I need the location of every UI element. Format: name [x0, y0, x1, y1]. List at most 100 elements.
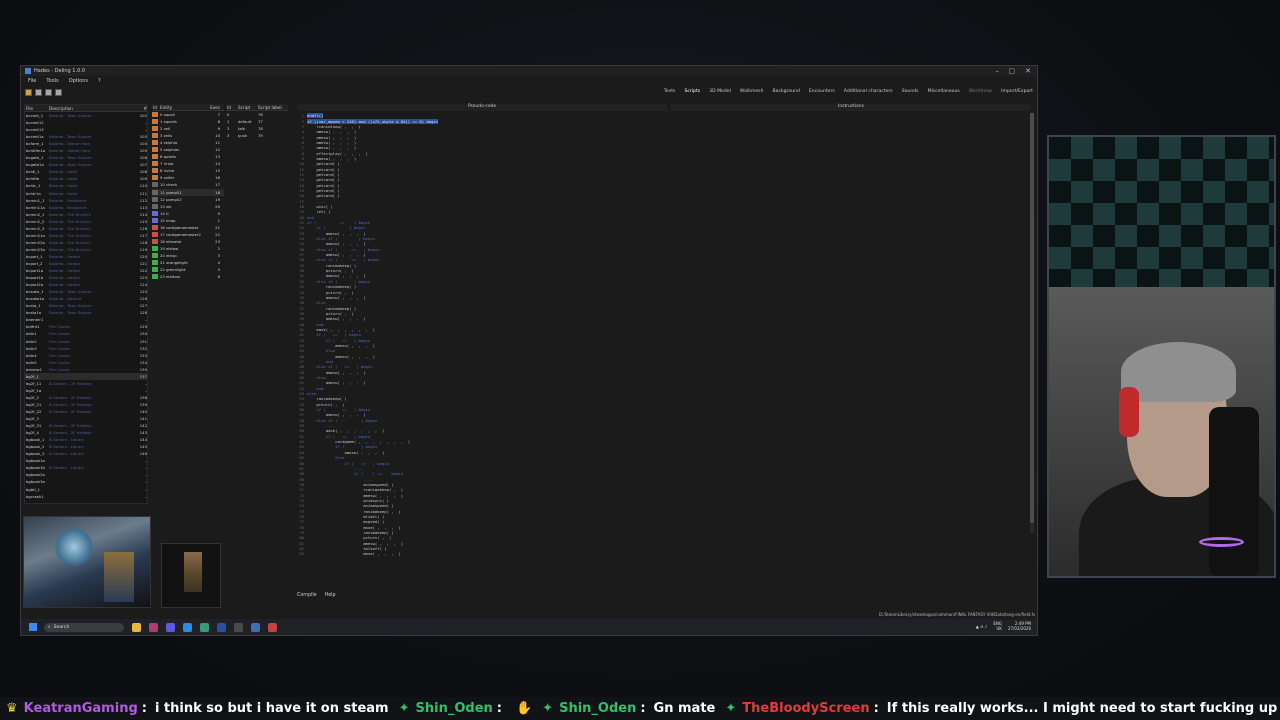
- tray-clock[interactable]: 2:49 PM 27/03/2026: [1008, 621, 1031, 631]
- entity-row[interactable]: 20 eleup 3: [152, 252, 224, 259]
- file-row[interactable]: bgbook_3 B-Garden - Library 146: [25, 450, 147, 457]
- entity-row[interactable]: 21 orangelight 4: [152, 259, 224, 266]
- tab-texts[interactable]: Texts: [664, 89, 676, 94]
- scrollbar-thumb[interactable]: [1030, 113, 1034, 523]
- tab-additional-characters[interactable]: Additional characters: [844, 89, 893, 94]
- file-row[interactable]: bcgate_1 Balamb - Town Square 106: [25, 154, 147, 161]
- entity-row[interactable]: 22 greenlight 5: [152, 266, 224, 273]
- menu-file[interactable]: File: [28, 78, 36, 84]
- file-row[interactable]: bg2f_31 B-Garden - 2F Hallway 142: [25, 422, 147, 429]
- entity-row[interactable]: 19 elelow 2: [152, 245, 224, 252]
- file-row[interactable]: bgbook_1 B-Garden - Library 144: [25, 436, 147, 443]
- script-list[interactable]: Id Script Script label 0 76 1 default 77 2 tal…: [226, 104, 288, 144]
- file-row[interactable]: bg2f_3 141: [25, 415, 147, 422]
- file-row[interactable]: bchtl_1 Balamb - Hotel 108: [25, 168, 147, 175]
- col-entity[interactable]: Entity: [160, 105, 206, 110]
- minimize-button[interactable]: –: [996, 67, 1000, 75]
- entity-row[interactable]: 10 check 17: [152, 181, 224, 188]
- compile-button[interactable]: Compile: [297, 593, 317, 598]
- save-as-icon[interactable]: [45, 88, 52, 96]
- entity-row[interactable]: 1 squalls 8: [152, 118, 224, 125]
- file-row[interactable]: bgbook_2 B-Garden - Library 145: [25, 443, 147, 450]
- grid-icon[interactable]: [55, 88, 62, 96]
- maximize-button[interactable]: ▢: [1008, 67, 1015, 75]
- file-row[interactable]: bg2f_4 B-Garden - 2F Hallway 143: [25, 429, 147, 436]
- help-button[interactable]: Help: [325, 593, 336, 598]
- app-icon-6[interactable]: [251, 622, 260, 632]
- entity-row[interactable]: 16 cardgamemaster 21: [152, 224, 224, 231]
- file-row[interactable]: bcsta1a Balamb - Town Square 128: [25, 309, 147, 316]
- entity-row[interactable]: 7 rinoa 14: [152, 160, 224, 167]
- file-row[interactable]: bcmin23a Balamb - The Dincht's 119: [25, 246, 147, 253]
- file-row[interactable]: bccent13 –: [25, 126, 147, 133]
- entity-row[interactable]: 13 dic 20: [152, 203, 224, 210]
- menu-help[interactable]: ?: [98, 78, 101, 84]
- file-row[interactable]: bgbook3a –: [25, 478, 147, 485]
- editor-scrollbar[interactable]: [1030, 113, 1034, 533]
- file-row[interactable]: bcgate1a Balamb - Town Square 107: [25, 161, 147, 168]
- file-row[interactable]: bdenter1 –: [25, 316, 147, 323]
- file-row[interactable]: bcmin2_3 Balamb - The Dincht's 116: [25, 225, 147, 232]
- file-row[interactable]: bgbook2a –: [25, 471, 147, 478]
- entity-row[interactable]: 2 zell 9: [152, 125, 224, 132]
- entity-row[interactable]: 23 eledoor 6: [152, 273, 224, 280]
- open-folder-icon[interactable]: [25, 88, 32, 96]
- file-row[interactable]: bgbook1a –: [25, 457, 147, 464]
- deling-taskbar-icon[interactable]: [268, 622, 277, 632]
- file-row[interactable]: bcsaka_1 Balamb - Town Square 125: [25, 288, 147, 295]
- file-row[interactable]: bcport1b Balamb - Harbor 123: [25, 274, 147, 281]
- file-row[interactable]: bchtlfa Balamb - Hotel 109: [25, 175, 147, 182]
- tab-sounds[interactable]: Sounds: [902, 89, 919, 94]
- file-row[interactable]: bdin5 Fire Cavern 134: [25, 359, 147, 366]
- script-row[interactable]: 2 talk 78: [226, 125, 288, 132]
- entity-row[interactable]: 4 selphia 11: [152, 139, 224, 146]
- entity-row[interactable]: 9 seifer 16: [152, 174, 224, 181]
- windows-start-icon[interactable]: [29, 623, 37, 631]
- entity-row[interactable]: 15 lmap 1: [152, 217, 224, 224]
- file-row[interactable]: bg2f_1a –: [25, 387, 147, 394]
- file-row[interactable]: bcmin11a Balamb - Residence 113: [25, 204, 147, 211]
- file-row[interactable]: bcport_1 Balamb - Harbor 120: [25, 253, 147, 260]
- file-row[interactable]: bg2f_2 B-Garden - 2F Hallway 138: [25, 394, 147, 401]
- file-row[interactable]: bdifnt1 Fire Cavern 129: [25, 323, 147, 330]
- entity-row[interactable]: 18 elevator 23: [152, 238, 224, 245]
- file-row[interactable]: bchtr1a Balamb - Hotel 111: [25, 190, 147, 197]
- menu-options[interactable]: Options: [69, 78, 88, 84]
- col-id[interactable]: Id: [152, 105, 160, 110]
- close-button[interactable]: ✕: [1025, 67, 1031, 75]
- file-row[interactable]: bcmin21a Balamb - The Dincht's 117: [25, 232, 147, 239]
- file-row[interactable]: bcmin22a Balamb - The Dincht's 118: [25, 239, 147, 246]
- tab-miscellaneous[interactable]: Miscellaneous: [928, 89, 960, 94]
- tab-background[interactable]: Background: [772, 89, 799, 94]
- app-icon-3[interactable]: [183, 622, 192, 632]
- file-row[interactable]: bdin3 Fire Cavern 132: [25, 345, 147, 352]
- file-row[interactable]: bccent12 –: [25, 119, 147, 126]
- file-row[interactable]: bchtr_1 Balamb - Hotel 110: [25, 182, 147, 189]
- menu-tools[interactable]: Tools: [46, 78, 58, 84]
- col-script[interactable]: Script: [238, 105, 258, 110]
- file-list[interactable]: File Description # bccent_1 Balamb - Town…: [24, 104, 148, 504]
- entity-row[interactable]: 12 pomp02 19: [152, 196, 224, 203]
- tab-walkmesh[interactable]: Walkmesh: [740, 89, 764, 94]
- instructions-header[interactable]: Instructions: [671, 104, 1031, 111]
- file-row[interactable]: bgcrash1 –: [25, 493, 147, 500]
- entity-row[interactable]: 0 squall 7: [152, 111, 224, 118]
- entity-row[interactable]: 5 selphias 12: [152, 146, 224, 153]
- col-script-id[interactable]: Id: [226, 105, 238, 110]
- entity-row[interactable]: 17 cardgamemaster2 22: [152, 231, 224, 238]
- app-icon-1[interactable]: [149, 622, 158, 632]
- app-icon-5[interactable]: [234, 622, 243, 632]
- entity-row[interactable]: 11 pomp01 18: [152, 188, 224, 196]
- file-row[interactable]: bg2f_11 B-Garden - 2F Hallway –: [25, 380, 147, 387]
- file-row[interactable]: bchtlfm1a Balamb - Station Yard 105: [25, 147, 147, 154]
- file-row[interactable]: bcmin2_1 Balamb - The Dincht's 114: [25, 211, 147, 218]
- col-file[interactable]: File: [25, 106, 49, 111]
- tab-scripts[interactable]: Scripts: [684, 89, 700, 94]
- entity-row[interactable]: 8 irvine 15: [152, 167, 224, 174]
- tray-icons[interactable]: ▲ ⊙ ♪: [976, 624, 988, 629]
- col-exec[interactable]: Exec: [206, 105, 220, 110]
- file-row[interactable]: bdin1 Fire Cavern 130: [25, 330, 147, 337]
- entity-list[interactable]: Id Entity Exec 0 squall 7 1 squalls 8 2 zell…: [152, 104, 224, 304]
- col-script-label[interactable]: Script label: [258, 105, 284, 110]
- file-row[interactable]: bg2f_22 B-Garden - 2F Hallway 140: [25, 408, 147, 415]
